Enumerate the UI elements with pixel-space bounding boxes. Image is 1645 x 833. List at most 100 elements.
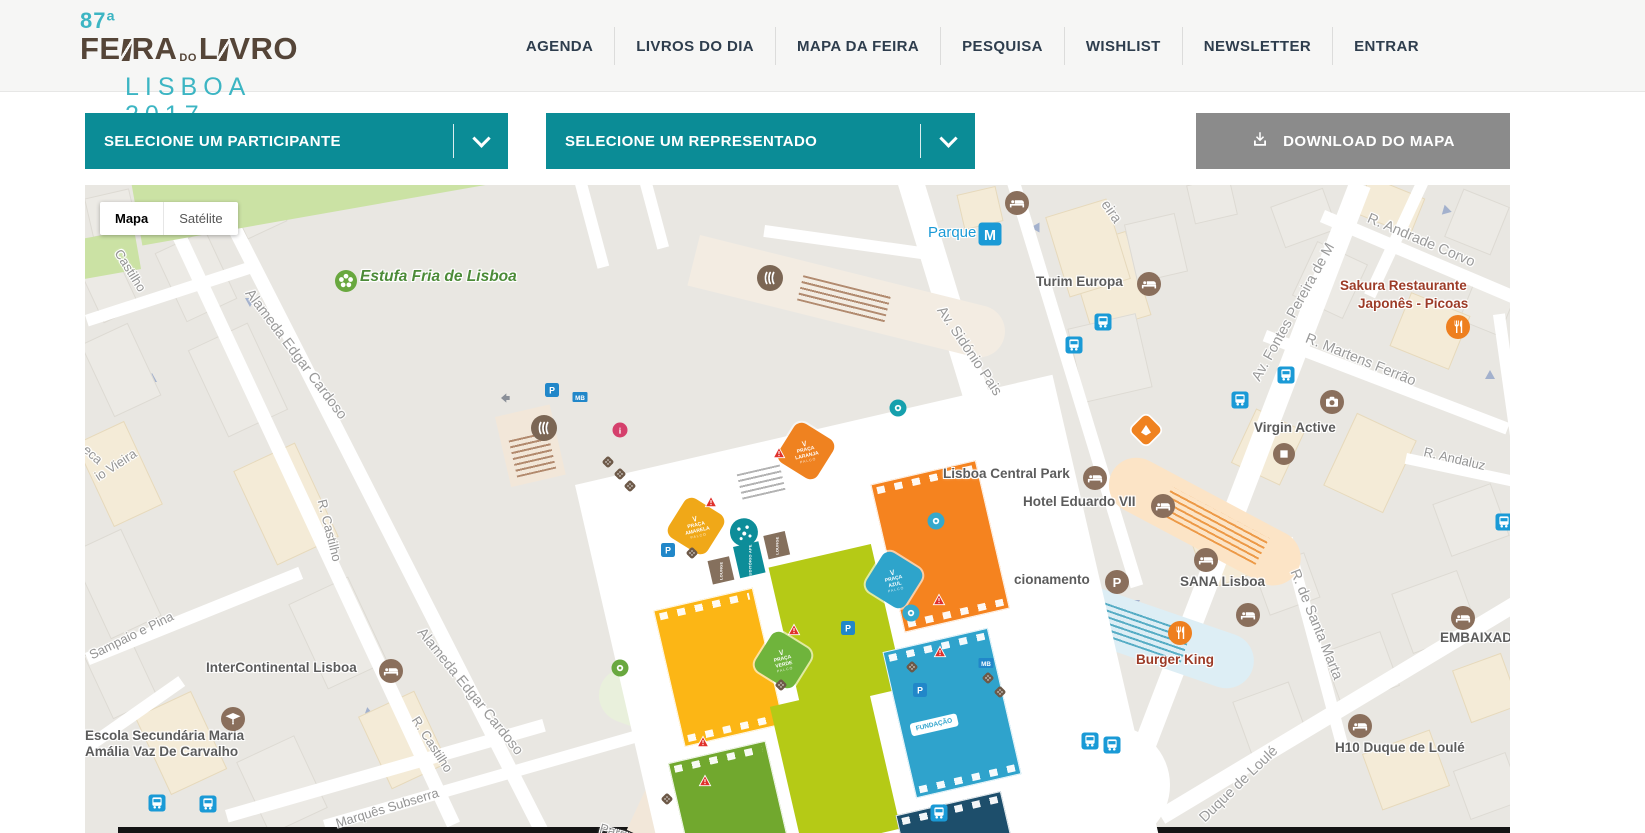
download-button-label: DOWNLOAD DO MAPA — [1283, 132, 1455, 150]
building — [85, 322, 162, 418]
poi-label[interactable]: Turim Europa — [1036, 274, 1123, 289]
poi-label[interactable]: Lisboa Central Park — [943, 466, 1070, 481]
poi-label[interactable]: InterContinental Lisboa — [206, 660, 357, 675]
gym-icon — [1273, 443, 1295, 465]
parking-icon: P — [1105, 570, 1129, 594]
svg-text:M: M — [984, 228, 996, 244]
poi-label[interactable]: Virgin Active — [1254, 420, 1336, 435]
site-header: 87ª FERADOLVRO LISBOA 2017 AGENDALIVROS … — [0, 0, 1645, 129]
svg-text:P: P — [845, 624, 851, 634]
represented-dropdown-label: SELECIONE UM REPRESENTADO — [565, 132, 818, 150]
road-arrow-icon — [1485, 370, 1495, 379]
street-label: Marquês Subserra — [333, 785, 441, 831]
poi-label[interactable]: Amália Vaz De Carvalho — [85, 744, 238, 759]
kiosk-icon — [685, 546, 699, 560]
restaurant-icon[interactable] — [1446, 315, 1470, 339]
bus-icon — [1103, 736, 1121, 754]
hotel-icon[interactable] — [1137, 272, 1161, 296]
chevron-down-icon[interactable] — [921, 128, 975, 148]
logo-slash-icon — [120, 39, 133, 61]
bus-icon — [1081, 732, 1099, 750]
building — [1452, 751, 1510, 821]
logo-title: FE RA DOL VRO — [80, 31, 299, 66]
arrow-left-icon — [497, 390, 513, 406]
site-logo[interactable]: 87ª FERADOLVRO LISBOA 2017 — [80, 8, 310, 129]
svg-text:P: P — [665, 546, 671, 556]
svg-text:P: P — [1113, 575, 1122, 590]
coffee-icon — [757, 265, 783, 291]
blue-dot-icon — [902, 604, 920, 622]
warning-icon — [696, 735, 710, 749]
bus-icon — [1065, 336, 1083, 354]
hotel-icon[interactable] — [379, 659, 403, 683]
hotel-icon[interactable] — [1348, 714, 1372, 738]
road — [573, 185, 610, 269]
nav-item-wishlist[interactable]: WISHLIST — [1065, 38, 1182, 55]
poi-label[interactable]: Estufa Fria de Lisboa — [360, 268, 517, 286]
nav-item-livros-do-dia[interactable]: LIVROS DO DIA — [615, 38, 775, 55]
nav-item-entrar[interactable]: ENTRAR — [1333, 38, 1440, 55]
chevron-down-icon[interactable] — [454, 128, 508, 148]
blue-dot-icon — [927, 512, 945, 530]
participant-dropdown[interactable]: SELECIONE UM PARTICIPANTE — [85, 113, 508, 169]
poi-label[interactable]: EMBAIXAD — [1440, 630, 1510, 645]
fair-pavilion-green — [667, 740, 797, 833]
poi-label[interactable]: H10 Duque de Loulé — [1335, 740, 1465, 755]
bus-icon — [1277, 366, 1295, 384]
hotel-icon[interactable] — [1451, 606, 1475, 630]
poi-label[interactable]: cionamento — [1014, 572, 1090, 587]
hotel-icon[interactable] — [1005, 191, 1029, 215]
teal-dot-icon — [889, 399, 907, 417]
warning-icon — [933, 645, 947, 659]
road — [638, 185, 670, 250]
nav-item-newsletter[interactable]: NEWSLETTER — [1183, 38, 1332, 55]
kiosk-icon — [905, 660, 919, 674]
hotel-icon[interactable] — [1083, 466, 1107, 490]
kiosk-icon — [993, 685, 1007, 699]
bus-icon — [1231, 391, 1249, 409]
warning-icon — [698, 774, 712, 788]
warning-icon — [772, 446, 786, 460]
poi-label[interactable]: Burger King — [1136, 652, 1214, 667]
represented-dropdown[interactable]: SELECIONE UM REPRESENTADO — [546, 113, 975, 169]
warning-icon — [704, 495, 718, 509]
parking-sq-icon: P — [913, 683, 927, 697]
main-nav: AGENDA LIVROS DO DIA MAPA DA FEIRA PESQUISA… — [505, 0, 1440, 92]
kiosk-icon — [623, 479, 637, 493]
metro-icon[interactable]: M — [978, 222, 1002, 246]
parking-sq-icon: P — [661, 543, 675, 557]
restaurant-icon[interactable] — [1168, 621, 1192, 645]
warning-icon — [787, 623, 801, 637]
park-icon[interactable] — [335, 270, 357, 292]
kiosk-icon — [981, 671, 995, 685]
school-icon[interactable] — [221, 707, 245, 731]
map-type-satelite[interactable]: Satélite — [164, 202, 237, 235]
bus-icon — [930, 804, 948, 822]
map-type-mapa[interactable]: Mapa — [100, 202, 163, 235]
download-map-button[interactable]: DOWNLOAD DO MAPA — [1196, 113, 1510, 169]
bus-icon — [148, 794, 166, 812]
poi-label[interactable]: Sakura Restaurante — [1340, 278, 1467, 293]
hotel-icon[interactable] — [1236, 603, 1260, 627]
map-type-control: Mapa Satélite — [100, 202, 238, 235]
poi-label[interactable]: Japonês - Picoas — [1358, 296, 1468, 311]
nav-item-agenda[interactable]: AGENDA — [505, 38, 614, 55]
svg-text:P: P — [917, 686, 923, 696]
building — [1186, 185, 1238, 225]
poi-label[interactable]: Hotel Eduardo VII — [1023, 494, 1136, 509]
bus-icon — [1495, 513, 1510, 531]
road — [763, 225, 924, 260]
google-map[interactable]: Mapa Satélite LOUNGE AUDITÓRIO APEL LOUN… — [85, 185, 1510, 833]
kiosk-icon — [774, 678, 788, 692]
hotel-icon[interactable] — [1151, 494, 1175, 518]
parking-sq-icon: P — [841, 621, 855, 635]
bus-icon — [199, 795, 217, 813]
nav-item-pesquisa[interactable]: PESQUISA — [941, 38, 1064, 55]
poi-label[interactable]: Parque — [928, 224, 976, 241]
svg-text:MB: MB — [981, 661, 991, 668]
poi-label[interactable]: SANA Lisboa — [1180, 574, 1265, 589]
road-arrow-icon — [1438, 204, 1452, 219]
hotel-icon[interactable] — [1194, 548, 1218, 572]
nav-item-mapa-da-feira[interactable]: MAPA DA FEIRA — [776, 38, 940, 55]
parking-sq-icon: P — [545, 383, 559, 397]
